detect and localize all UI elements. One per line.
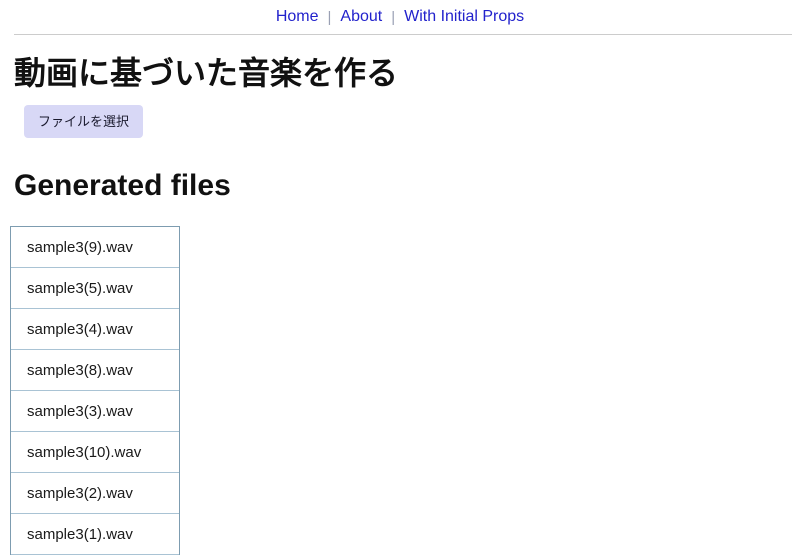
list-item[interactable]: sample3(2).wav — [11, 473, 179, 514]
list-item[interactable]: sample3(5).wav — [11, 268, 179, 309]
file-select-button[interactable]: ファイルを選択 — [24, 105, 144, 138]
list-item[interactable]: sample3(1).wav — [11, 514, 179, 555]
main-content: 動画に基づいた音楽を作る ファイルを選択 Generated files sam… — [0, 35, 800, 555]
list-item[interactable]: sample3(9).wav — [11, 227, 179, 268]
list-item[interactable]: sample3(4).wav — [11, 309, 179, 350]
nav-separator: | — [391, 8, 396, 26]
site-header: Home | About | With Initial Props — [0, 0, 800, 35]
main-navigation: Home | About | With Initial Props — [8, 0, 792, 34]
list-item[interactable]: sample3(10).wav — [11, 432, 179, 473]
generated-files-list: sample3(9).wav sample3(5).wav sample3(4)… — [10, 226, 180, 555]
page-title: 動画に基づいた音楽を作る — [14, 55, 399, 91]
nav-link-with-initial-props[interactable]: With Initial Props — [402, 9, 526, 25]
generated-files-heading: Generated files — [14, 169, 231, 202]
list-item[interactable]: sample3(3).wav — [11, 391, 179, 432]
nav-link-home[interactable]: Home — [274, 9, 321, 25]
list-item[interactable]: sample3(8).wav — [11, 350, 179, 391]
nav-separator: | — [327, 8, 332, 26]
nav-link-about[interactable]: About — [338, 9, 384, 25]
